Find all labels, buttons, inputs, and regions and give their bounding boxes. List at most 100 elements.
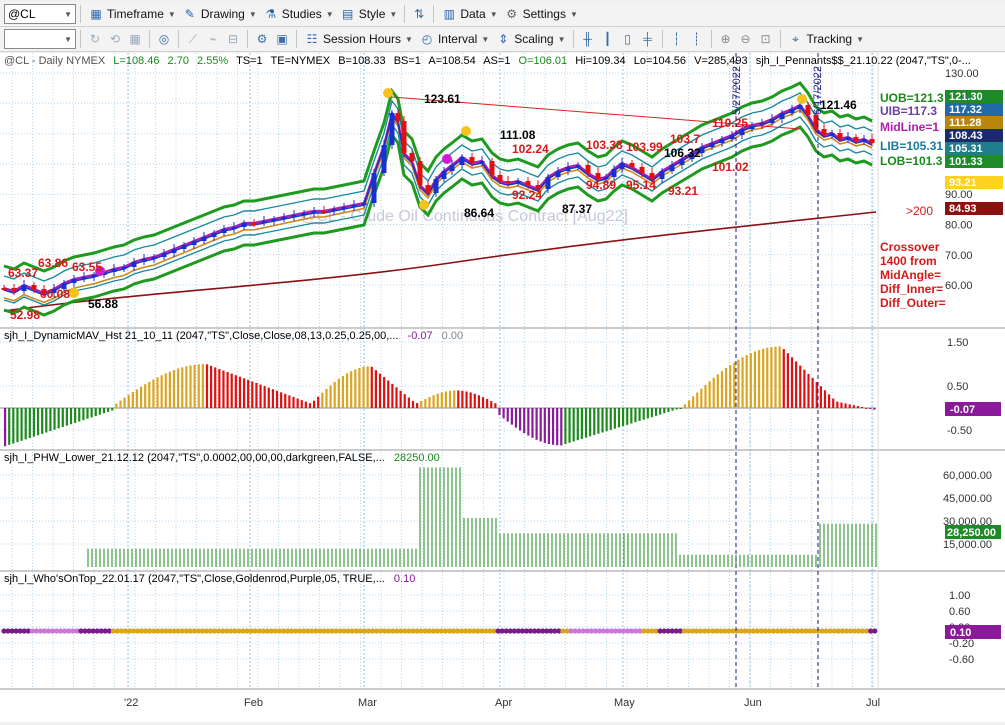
mav-histogram-bar (74, 408, 77, 423)
panel4-title: sjh_I_Who'sOnTop_22.01.17 (2047,"TS",Clo… (4, 573, 385, 585)
ohlc-icon[interactable]: ╪ (639, 30, 657, 48)
chart-canvas[interactable]: @CL - Crude Oil Continuous Contract [Aug… (0, 53, 1005, 722)
bookmark-icon[interactable]: ⌁ (204, 30, 222, 48)
bar-spacing-narrow-icon[interactable]: ┆ (668, 30, 686, 48)
mav-histogram-bar (107, 408, 110, 412)
mav-histogram-bar (453, 390, 456, 408)
timeframe-button[interactable]: ▦ Timeframe ▼ (85, 4, 179, 24)
mav-histogram-bar (704, 384, 707, 408)
reload-icon[interactable]: ⟲ (106, 30, 124, 48)
hollow-candle-icon[interactable]: ▯ (619, 30, 637, 48)
mav-histogram-bar (172, 369, 176, 408)
studies-button[interactable]: ⚗ Studies ▼ (260, 4, 337, 24)
format-icon[interactable]: ▣ (273, 30, 291, 48)
mav-histogram-bar (61, 408, 64, 428)
price-swing-label: 63.55 (72, 260, 102, 274)
mav-histogram-bar (234, 375, 237, 408)
mav-histogram-bar (696, 392, 699, 408)
link-windows-icon[interactable]: ⇅ (410, 5, 428, 23)
session-icon: ☷ (306, 32, 318, 46)
crossover-line: Crossover (880, 240, 940, 254)
price-swing-label: 92.24 (512, 188, 542, 202)
candle-body (845, 137, 851, 139)
candle-body (131, 262, 137, 267)
style-button[interactable]: ▤ Style ▼ (337, 4, 401, 24)
chevron-down-icon: ▼ (489, 9, 498, 19)
calendar-icon: ▦ (90, 7, 102, 21)
mav-histogram-bar (440, 392, 443, 408)
measure-icon[interactable]: ⊟ (224, 30, 242, 48)
phw-badge-text: 28,250.00 (947, 527, 996, 539)
mav-histogram-bar (622, 408, 625, 427)
price-swing-label: 63.86 (38, 256, 68, 270)
tracking-button[interactable]: ⌖ Tracking ▼ (785, 29, 868, 49)
zoom-in-icon[interactable]: ⊕ (717, 30, 735, 48)
wot-axis-tick: 1.00 (949, 590, 970, 602)
interval-button[interactable]: ◴ Interval ▼ (416, 29, 492, 49)
mav-histogram-bar (803, 369, 806, 408)
mav-histogram-bar (650, 408, 654, 418)
swing-marker-dot (383, 88, 393, 98)
mav-histogram-bar (205, 364, 209, 408)
candle-body (141, 259, 147, 262)
gauge-icon[interactable]: ◎ (155, 30, 173, 48)
mav-histogram-bar (741, 357, 744, 408)
candle-body (311, 211, 317, 213)
mav-histogram-bar (700, 388, 703, 408)
panel3-title: sjh_I_PHW_Lower_21.12.12 (2047,"TS",0.00… (4, 452, 385, 464)
mav-histogram-bar (448, 390, 452, 408)
candle-chart-icon[interactable]: ┃ (599, 30, 617, 48)
mav-histogram-bar (663, 408, 666, 414)
bar-spacing-wide-icon[interactable]: ┊ (688, 30, 706, 48)
properties-icon[interactable]: ⚙ (253, 30, 271, 48)
swing-marker-dot (442, 154, 452, 164)
bar-chart-icon[interactable]: ╫ (579, 30, 597, 48)
session-hours-button[interactable]: ☷ Session Hours ▼ (301, 29, 416, 49)
price-swing-label: 60.08 (40, 287, 70, 301)
toolbar-divider (433, 5, 435, 23)
candle-body (151, 257, 157, 259)
settings-button[interactable]: ⚙ Settings ▼ (501, 4, 581, 24)
scaling-button[interactable]: ⇕ Scaling ▼ (492, 29, 568, 49)
mav-histogram-bar (523, 408, 526, 434)
zoom-out-icon[interactable]: ⊖ (737, 30, 755, 48)
candle-body (21, 285, 27, 291)
refresh-icon[interactable]: ↻ (86, 30, 104, 48)
band-label: UIB=117.3 (880, 104, 937, 118)
mav-histogram-bar (593, 408, 596, 436)
mav-histogram-bar (790, 357, 794, 408)
mav-histogram-bar (341, 375, 345, 408)
mav-histogram-bar (152, 379, 155, 408)
mav-histogram-bar (844, 403, 847, 408)
mav-histogram-bar (753, 351, 757, 408)
drawing-button[interactable]: ✎ Drawing ▼ (179, 4, 260, 24)
zoom-reset-icon[interactable]: ⊡ (757, 30, 775, 48)
mav-histogram-bar (115, 403, 118, 408)
mav-histogram-bar (94, 408, 97, 416)
mav-histogram-bar (8, 408, 11, 445)
ma-200-label: >200 (906, 204, 933, 218)
price-panel: 130.00120.00110.00100.0090.0080.0070.006… (1, 68, 1003, 322)
mav-histogram-bar (189, 365, 192, 408)
mav-histogram-bar (568, 408, 571, 443)
mav-histogram-bar (766, 347, 769, 408)
mav-histogram-bar (589, 408, 592, 437)
interval-select[interactable]: ▼ (4, 29, 76, 49)
symbol-input[interactable]: @CL ▼ (4, 4, 76, 24)
mav-histogram-bar (345, 373, 349, 408)
phw-axis-tick: 45,000.00 (943, 493, 992, 505)
data-button[interactable]: ▥ Data ▼ (438, 4, 500, 24)
candle-body (291, 215, 297, 217)
mav-histogram-bar (263, 386, 266, 408)
draw-line-icon[interactable]: ⟋ (184, 30, 202, 48)
grid-icon[interactable]: ▦ (126, 30, 144, 48)
candle-body (769, 119, 775, 123)
chevron-down-icon: ▼ (557, 34, 566, 44)
mav-histogram-bar (708, 381, 711, 408)
candle-body (361, 203, 367, 205)
mav-histogram-bar (506, 408, 509, 422)
chart-area[interactable]: @CL - Crude Oil Continuous Contract [Aug… (0, 53, 1005, 722)
mav-histogram-bar (535, 408, 538, 440)
mav-histogram-bar (210, 365, 213, 408)
candle-body (797, 105, 803, 109)
